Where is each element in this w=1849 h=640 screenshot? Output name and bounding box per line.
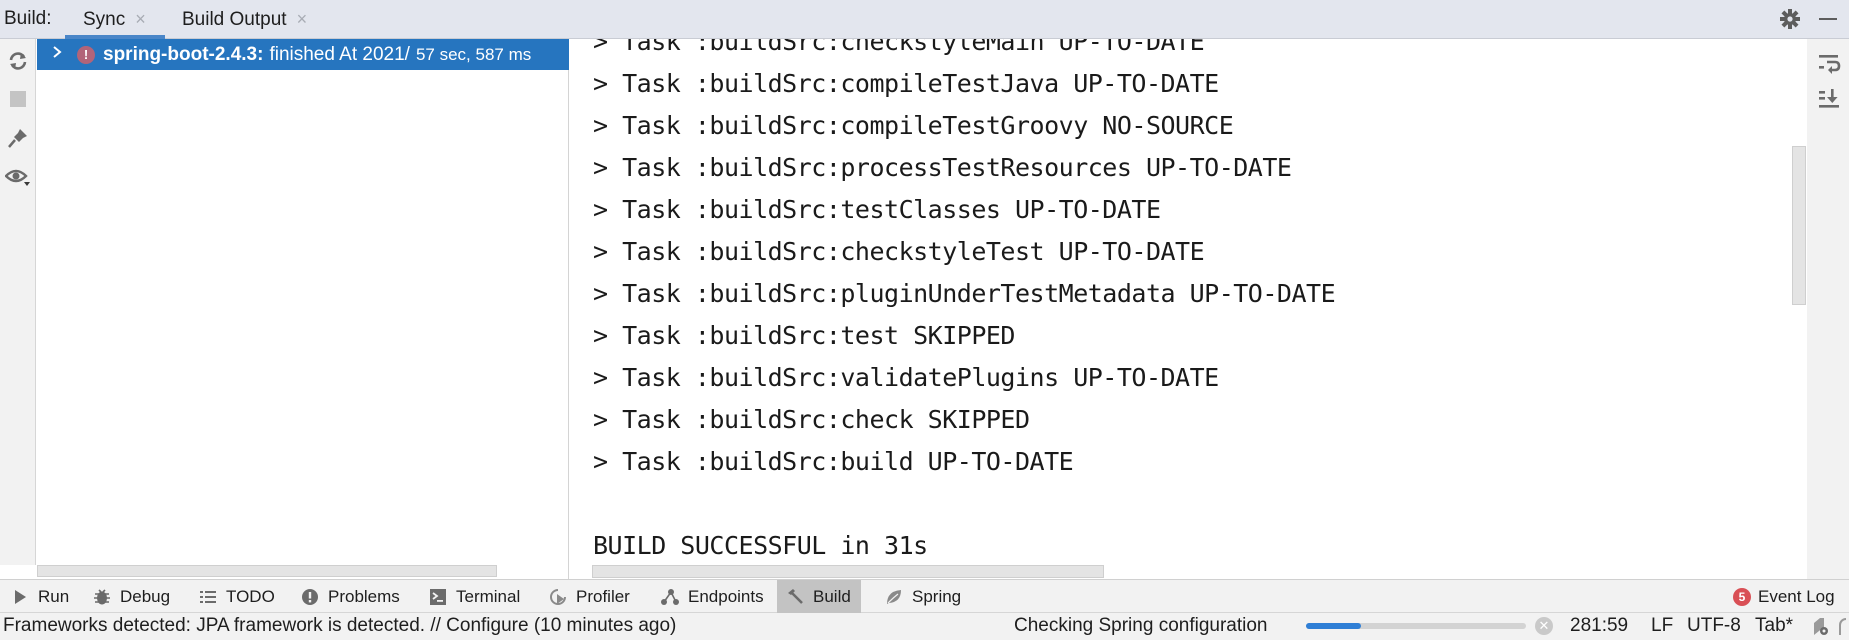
console-line: > Task :buildSrc:check SKIPPED [593, 405, 1030, 434]
close-icon[interactable]: × [135, 9, 146, 30]
event-count-badge: 5 [1733, 587, 1751, 606]
build-icon [785, 587, 805, 607]
build-status: finished At 2021/ [269, 43, 410, 65]
indent-setting[interactable]: Tab* [1755, 615, 1793, 637]
right-toolbar [1807, 39, 1849, 579]
left-toolbar [0, 39, 36, 565]
debug-icon [92, 587, 112, 607]
terminal-icon [428, 587, 448, 607]
background-task-progress [1306, 623, 1526, 629]
todo-icon [198, 587, 218, 607]
build-tool-window-header: Build: Sync × Build Output × [0, 0, 1849, 39]
console-lines: > Task :buildSrc:checkstyleMain UP-TO-DA… [593, 39, 1336, 567]
build-console-output: > Task :buildSrc:checkstyleMain UP-TO-DA… [570, 39, 1807, 579]
tool-window-profiler[interactable]: Profiler [540, 580, 640, 613]
sync-icon[interactable] [4, 47, 32, 75]
pin-icon[interactable] [4, 124, 32, 152]
console-line: > Task :buildSrc:processTestResources UP… [593, 153, 1292, 182]
file-encoding[interactable]: UTF-8 [1687, 615, 1741, 637]
tool-window-problems[interactable]: Problems [292, 580, 410, 613]
spring-icon [884, 587, 904, 607]
error-icon: ! [77, 45, 95, 64]
problems-icon [300, 587, 320, 607]
progress-fill [1306, 623, 1361, 629]
file-lock-icon[interactable] [1812, 617, 1830, 640]
close-icon[interactable]: × [297, 9, 308, 30]
console-line: > Task :buildSrc:validatePlugins UP-TO-D… [593, 363, 1219, 392]
memory-indicator-icon[interactable] [1838, 617, 1849, 640]
background-task-label[interactable]: Checking Spring configuration [1014, 615, 1268, 637]
console-line: > Task :buildSrc:testClasses UP-TO-DATE [593, 195, 1161, 224]
project-name: spring-boot-2.4.3: [103, 43, 264, 65]
tool-window-label: Endpoints [688, 586, 764, 606]
tool-window-run[interactable]: Run [2, 580, 79, 613]
tool-window-spring[interactable]: Spring [876, 580, 971, 613]
console-line: > Task :buildSrc:test SKIPPED [593, 321, 1016, 350]
console-vertical-scrollbar[interactable] [1792, 146, 1806, 305]
run-icon [10, 587, 30, 607]
console-line: > Task :buildSrc:checkstyleMain UP-TO-DA… [593, 39, 1205, 56]
soft-wrap-icon[interactable] [1816, 51, 1842, 77]
tool-window-label: Debug [120, 586, 171, 606]
gear-icon[interactable] [1778, 7, 1802, 31]
tab-build-output[interactable]: Build Output × [170, 0, 319, 39]
eye-icon[interactable] [4, 163, 32, 191]
tool-window-bar: Run Debug TODO Problems Terminal Profile… [0, 579, 1849, 613]
tool-window-debug[interactable]: Debug [84, 580, 180, 613]
endpoints-icon [660, 587, 680, 607]
minimize-icon[interactable] [1816, 7, 1840, 31]
build-duration: 57 sec, 587 ms [415, 44, 532, 64]
status-bar: Frameworks detected: JPA framework is de… [0, 613, 1849, 640]
scroll-to-end-icon[interactable] [1816, 86, 1842, 112]
console-line: > Task :buildSrc:build UP-TO-DATE [593, 447, 1074, 476]
tool-window-terminal[interactable]: Terminal [420, 580, 530, 613]
console-line: BUILD SUCCESSFUL in 31s [593, 531, 928, 560]
tab-sync[interactable]: Sync × [65, 0, 165, 39]
tree-item-spring-boot[interactable]: ! spring-boot-2.4.3: finished At 2021/ 5… [37, 39, 569, 70]
tab-build-output-label: Build Output [182, 8, 287, 30]
tool-window-title: Build: [4, 8, 52, 29]
tool-window-label: TODO [226, 586, 275, 606]
tool-window-label: Event Log [1758, 586, 1835, 606]
tool-window-build[interactable]: Build [777, 580, 861, 613]
stop-icon[interactable] [4, 85, 32, 113]
tool-window-label: Spring [912, 586, 962, 606]
tool-window-label: Run [38, 586, 70, 606]
build-tree-panel: ! spring-boot-2.4.3: finished At 2021/ 5… [37, 39, 569, 579]
tool-window-event-log[interactable]: 5 Event Log [1725, 580, 1845, 613]
console-line: > Task :buildSrc:pluginUnderTestMetadata… [593, 279, 1336, 308]
tool-window-label: Problems [328, 586, 400, 606]
tree-horizontal-scrollbar[interactable] [37, 565, 497, 577]
tool-window-todo[interactable]: TODO [190, 580, 285, 613]
console-horizontal-scrollbar[interactable] [592, 565, 1104, 578]
tool-window-label: Terminal [456, 586, 521, 606]
line-separator[interactable]: LF [1651, 615, 1673, 637]
profiler-icon [548, 587, 568, 607]
status-message[interactable]: Frameworks detected: JPA framework is de… [3, 615, 676, 637]
chevron-right-icon[interactable] [51, 45, 65, 64]
console-line: > Task :buildSrc:checkstyleTest UP-TO-DA… [593, 237, 1205, 266]
cancel-task-icon[interactable]: ✕ [1535, 617, 1553, 635]
console-line: > Task :buildSrc:compileTestJava UP-TO-D… [593, 69, 1219, 98]
tool-window-label: Profiler [576, 586, 630, 606]
console-line: > Task :buildSrc:compileTestGroovy NO-SO… [593, 111, 1234, 140]
caret-position[interactable]: 281:59 [1570, 615, 1628, 637]
tool-window-label: Build [813, 586, 851, 606]
tool-window-endpoints[interactable]: Endpoints [652, 580, 774, 613]
tab-sync-label: Sync [83, 8, 126, 30]
